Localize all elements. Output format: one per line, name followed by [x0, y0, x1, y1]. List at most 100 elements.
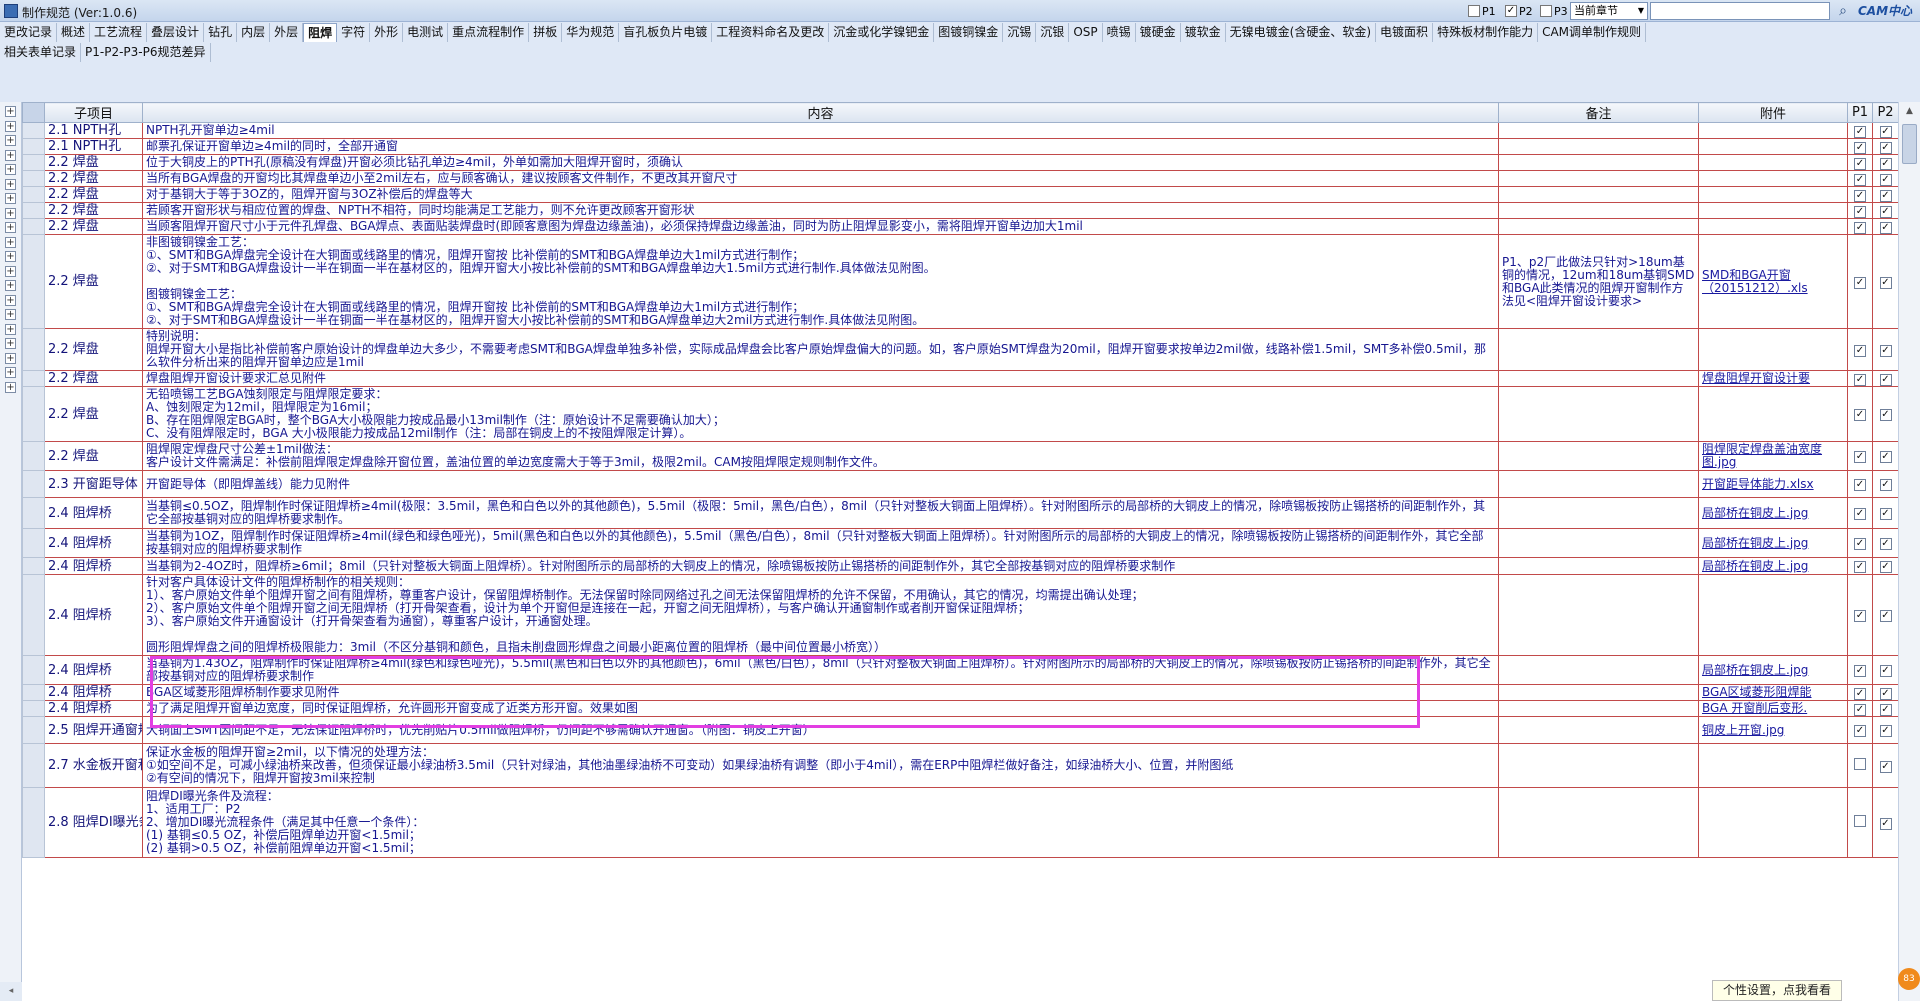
row-selector[interactable] — [22, 787, 45, 858]
attachment-link[interactable]: 局部桥在铜皮上.jpg — [1698, 557, 1848, 575]
attachment-link[interactable] — [1698, 574, 1848, 656]
p1-checkbox[interactable] — [1854, 561, 1866, 573]
tab-r1-5[interactable]: 内层 — [237, 22, 271, 42]
p2-checkbox[interactable] — [1879, 125, 1892, 138]
header-content[interactable]: 内容 — [142, 102, 1499, 123]
p2-checkbox[interactable] — [1879, 610, 1892, 622]
expand-icon[interactable]: + — [5, 323, 16, 335]
tab-r1-11[interactable]: 重点流程制作 — [448, 22, 530, 42]
row-selector[interactable] — [22, 138, 45, 155]
attachment-link[interactable]: 阻焊限定焊盘盖油宽度图.jpg — [1698, 441, 1848, 471]
expand-icon[interactable]: + — [5, 120, 16, 132]
row-selector[interactable] — [22, 328, 45, 371]
table-row[interactable]: 2.4 阻焊桥 当基铜≤0.5OZ，阻焊制作时保证阻焊桥≥4mil(极限：3.5m… — [22, 497, 1899, 529]
attachment-link[interactable]: 局部桥在铜皮上.jpg — [1698, 528, 1848, 558]
expand-icon[interactable]: + — [5, 352, 16, 364]
tab-r1-27[interactable]: CAM调单制作规则 — [1538, 22, 1647, 42]
attachment-link[interactable] — [1698, 138, 1848, 155]
tab-r1-23[interactable]: 镀软金 — [1181, 22, 1226, 42]
rail-scroll-left[interactable]: ◂ — [0, 982, 22, 1001]
row-selector[interactable] — [22, 122, 45, 139]
tab-r1-18[interactable]: 沉锡 — [1003, 22, 1037, 42]
p1-checkbox[interactable] — [1854, 610, 1866, 622]
p2-checkbox[interactable] — [1879, 703, 1892, 716]
tab-r2-1[interactable]: P1-P2-P3-P6规范差异 — [81, 42, 211, 62]
p2-checkbox[interactable] — [1879, 157, 1892, 170]
table-row[interactable]: 2.7 水金板开窗和阻焊桥保证水金板的阻焊开窗≥2mil，以下情况的处理方法： … — [22, 743, 1899, 788]
row-selector[interactable] — [22, 386, 45, 442]
expand-icon[interactable]: + — [5, 381, 16, 393]
row-selector[interactable] — [22, 186, 45, 203]
expand-icon[interactable]: + — [5, 135, 16, 146]
p1-checkbox[interactable] — [1854, 479, 1866, 491]
p1-checkbox[interactable] — [1854, 189, 1866, 202]
expand-icon[interactable]: + — [5, 265, 16, 277]
tab-r1-3[interactable]: 叠层设计 — [147, 22, 205, 42]
expand-icon[interactable]: + — [5, 280, 16, 291]
row-selector[interactable] — [22, 154, 45, 171]
tab-r1-24[interactable]: 无镍电镀金(含硬金、软金) — [1226, 22, 1377, 42]
attachment-link[interactable] — [1698, 122, 1848, 139]
p2-checkbox[interactable] — [1879, 665, 1892, 677]
attachment-link[interactable]: 焊盘阻焊开窗设计要 — [1698, 370, 1848, 387]
p2-checkbox[interactable] — [1879, 373, 1892, 386]
table-row[interactable]: 2.4 阻焊桥 针对客户具体设计文件的阻焊桥制作的相关规则： 1）、客户原始文件单… — [22, 574, 1899, 656]
tab-r1-6[interactable]: 外层 — [270, 22, 304, 42]
p2-checkbox[interactable] — [1879, 508, 1892, 520]
expand-icon[interactable]: + — [5, 367, 16, 378]
row-selector[interactable] — [22, 557, 45, 575]
row-selector[interactable] — [22, 218, 45, 235]
row-selector[interactable] — [22, 497, 45, 529]
table-row[interactable]: 2.4 阻焊桥 当基铜为1.43OZ，阻焊制作时保证阻焊桥≥4mil(绿色和绿色哑… — [22, 655, 1899, 685]
attachment-link[interactable] — [1698, 186, 1848, 203]
tab-r1-0[interactable]: 更改记录 — [0, 22, 58, 42]
row-selector[interactable] — [22, 716, 45, 744]
filter-p2-checkbox[interactable]: ✓ P2 — [1505, 4, 1533, 18]
tab-r1-14[interactable]: 盲孔板负片电镀 — [619, 22, 713, 42]
header-remark[interactable]: 备注 — [1498, 102, 1699, 123]
attachment-link[interactable]: 局部桥在铜皮上.jpg — [1698, 497, 1848, 529]
p2-checkbox[interactable] — [1879, 344, 1892, 357]
tab-r1-4[interactable]: 钻孔 — [204, 22, 238, 42]
row-selector[interactable] — [22, 370, 45, 387]
p1-checkbox[interactable] — [1854, 538, 1866, 550]
attachment-link[interactable]: BGA 开窗削后变形. — [1698, 700, 1848, 717]
table-row[interactable]: 2.2 焊盘 焊盘阻焊开窗设计要求汇总见附件 焊盘阻焊开窗设计要 — [22, 370, 1899, 387]
table-row[interactable]: 2.5 阻焊开通窗规则大铜面上SMT因间距不足，无法保证阻焊桥时，优先削贴片0.… — [22, 716, 1899, 744]
p2-checkbox[interactable] — [1879, 687, 1892, 700]
p2-checkbox[interactable] — [1879, 205, 1892, 218]
table-row[interactable]: 2.4 阻焊桥 当基铜为1OZ，阻焊制作时保证阻焊桥≥4mil(绿色和绿色哑光)，… — [22, 528, 1899, 558]
expand-icon[interactable]: + — [5, 106, 16, 117]
p1-checkbox[interactable] — [1854, 205, 1866, 218]
attachment-link[interactable]: 局部桥在铜皮上.jpg — [1698, 655, 1848, 685]
attachment-link[interactable]: 开窗距导体能力.xlsx — [1698, 470, 1848, 498]
p1-checkbox[interactable] — [1854, 687, 1866, 700]
header-corner[interactable] — [22, 102, 45, 123]
expand-icon[interactable]: + — [5, 222, 16, 233]
personal-settings-tip[interactable]: 个性设置，点我看看 — [1712, 980, 1842, 1001]
scroll-up-icon[interactable]: ▲ — [1902, 104, 1917, 119]
p1-checkbox[interactable] — [1854, 276, 1866, 289]
tab-r1-19[interactable]: 沉银 — [1036, 22, 1070, 42]
row-selector[interactable] — [22, 655, 45, 685]
tab-r1-22[interactable]: 镀硬金 — [1136, 22, 1181, 42]
p1-checkbox[interactable] — [1854, 221, 1866, 234]
p1-checkbox[interactable] — [1854, 815, 1866, 827]
row-selector[interactable] — [22, 528, 45, 558]
table-row[interactable]: 2.1 NPTH孔 邮票孔保证开窗单边≥4mil的同时，全部开通窗 — [22, 138, 1899, 155]
expand-icon[interactable]: + — [5, 149, 16, 161]
tab-r1-7[interactable]: 阻焊 — [303, 22, 338, 42]
attachment-link[interactable]: 铜皮上开窗.jpg — [1698, 716, 1848, 744]
table-row[interactable]: 2.2 焊盘 无铅喷锡工艺BGA蚀刻限定与阻焊限定要求： A、蚀刻限定为12mil… — [22, 386, 1899, 442]
p2-checkbox[interactable] — [1879, 479, 1892, 491]
tab-r1-20[interactable]: OSP — [1069, 22, 1103, 42]
tab-r1-2[interactable]: 工艺流程 — [90, 22, 148, 42]
p2-checkbox[interactable] — [1879, 451, 1892, 463]
tab-r1-17[interactable]: 图镀铜镍金 — [934, 22, 1004, 42]
attachment-link[interactable] — [1698, 154, 1848, 171]
p1-checkbox[interactable] — [1854, 409, 1866, 421]
tab-r1-25[interactable]: 电镀面积 — [1376, 22, 1434, 42]
checkbox-p2-box[interactable]: ✓ — [1505, 5, 1517, 17]
p1-checkbox[interactable] — [1854, 157, 1866, 170]
table-row[interactable]: 2.2 焊盘 特别说明： 阻焊开窗大小是指比补偿前客户原始设计的焊盘单边大多少，不… — [22, 328, 1899, 371]
